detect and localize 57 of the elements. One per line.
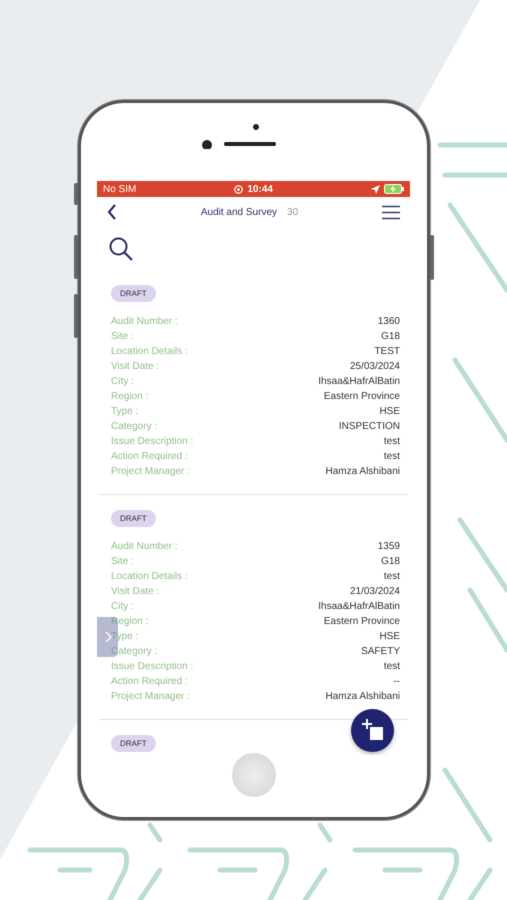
status-time: 10:44 bbox=[247, 182, 273, 196]
field-value: G18 bbox=[381, 555, 400, 569]
field-value: test bbox=[384, 570, 400, 584]
field-value: 25/03/2024 bbox=[350, 360, 400, 374]
field-value: test bbox=[384, 450, 400, 464]
field-value: SAFETY bbox=[361, 645, 400, 659]
field-label: Action Required : bbox=[111, 675, 188, 689]
chevron-right-icon bbox=[104, 630, 112, 643]
field-label: Site : bbox=[111, 555, 134, 569]
status-badge: DRAFT bbox=[111, 510, 156, 527]
field-label: Visit Date : bbox=[111, 360, 160, 374]
field-value: Ihsaa&HafrAlBatin bbox=[318, 600, 400, 614]
carrier-label: No SIM bbox=[103, 182, 136, 196]
field-value: test bbox=[384, 435, 400, 449]
field-value: HSE bbox=[379, 630, 400, 644]
field-label: Region : bbox=[111, 390, 148, 404]
alarm-icon bbox=[234, 184, 244, 194]
field-label: Location Details : bbox=[111, 570, 188, 584]
field-value: G18 bbox=[381, 330, 400, 344]
search-button[interactable] bbox=[109, 236, 133, 260]
menu-button[interactable] bbox=[382, 204, 400, 220]
field-label: Issue Description : bbox=[111, 435, 194, 449]
field-label: Site : bbox=[111, 330, 134, 344]
field-value: Eastern Province bbox=[324, 390, 400, 404]
field-value: Hamza Alshibani bbox=[326, 465, 400, 479]
field-value: 21/03/2024 bbox=[350, 585, 400, 599]
status-badge: DRAFT bbox=[111, 735, 156, 752]
back-button[interactable] bbox=[107, 204, 117, 220]
field-label: Issue Description : bbox=[111, 660, 194, 674]
screen-title: Audit and Survey bbox=[200, 206, 278, 220]
field-label: City : bbox=[111, 375, 134, 389]
field-label: Project Manager : bbox=[111, 690, 190, 704]
field-label: Visit Date : bbox=[111, 585, 160, 599]
field-label: Audit Number : bbox=[111, 540, 178, 554]
add-icon bbox=[362, 719, 384, 742]
field-label: Project Manager : bbox=[111, 465, 190, 479]
field-value: -- bbox=[393, 675, 400, 689]
field-value: Hamza Alshibani bbox=[326, 690, 400, 704]
field-label: Type : bbox=[111, 405, 138, 419]
field-value: test bbox=[384, 660, 400, 674]
field-value: TEST bbox=[374, 345, 400, 359]
field-label: Audit Number : bbox=[111, 315, 178, 329]
field-label: Category : bbox=[111, 420, 158, 434]
field-value: Ihsaa&HafrAlBatin bbox=[318, 375, 400, 389]
field-label: City : bbox=[111, 600, 134, 614]
field-value: 1359 bbox=[378, 540, 400, 554]
field-label: Action Required : bbox=[111, 450, 188, 464]
field-value: HSE bbox=[379, 405, 400, 419]
field-value: 1360 bbox=[378, 315, 400, 329]
location-icon bbox=[370, 184, 380, 194]
status-badge: DRAFT bbox=[111, 285, 156, 302]
record-count: 30 bbox=[287, 206, 298, 220]
add-button[interactable] bbox=[351, 709, 394, 752]
field-label: Location Details : bbox=[111, 345, 188, 359]
field-value: Eastern Province bbox=[324, 615, 400, 629]
record-card[interactable]: DRAFT bbox=[99, 720, 408, 755]
field-value: INSPECTION bbox=[338, 420, 400, 434]
